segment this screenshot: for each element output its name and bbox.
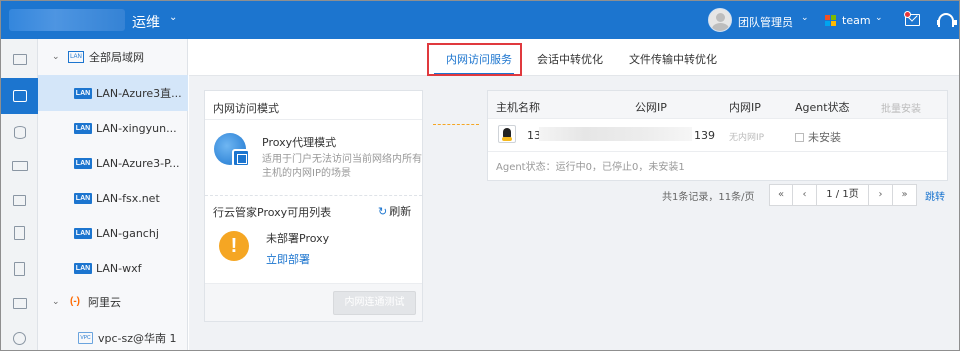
panel-footer: 内网连通测试: [205, 283, 422, 321]
no-proxy-text: 未部署Proxy: [266, 232, 330, 245]
team-switcher[interactable]: team: [842, 14, 871, 27]
chevron-down-icon[interactable]: ⌄: [169, 12, 177, 23]
tree-group-aliyun[interactable]: ⌄ (-) 阿里云: [38, 284, 188, 320]
connectivity-test-button[interactable]: 内网连通测试: [333, 291, 416, 315]
linux-icon: [498, 125, 516, 143]
agent-status-label: 未安装: [808, 131, 841, 144]
rail-network-icon[interactable]: [1, 78, 38, 114]
lan-icon: LAN: [74, 262, 92, 274]
tree-item-label: LAN-ganchj: [96, 226, 159, 240]
brand-title[interactable]: 运维: [132, 12, 160, 32]
tree-group-label: 阿里云: [88, 296, 121, 309]
rail-report-icon[interactable]: [1, 251, 38, 287]
tree-item-label: LAN-fsx.net: [96, 191, 160, 205]
private-ip: 无内网IP: [729, 133, 765, 143]
top-bar: 运维 ⌄ 团队管理员 ⌄ team ⌄: [1, 1, 959, 39]
pagination-summary: 共1条记录，11条/页: [662, 192, 755, 203]
refresh-label[interactable]: 刷新: [389, 205, 411, 218]
jump-link[interactable]: 跳转: [925, 188, 945, 203]
rail-pulse-icon[interactable]: [1, 285, 38, 321]
chevron-down-icon[interactable]: ⌄: [875, 13, 883, 23]
first-page-button[interactable]: «: [769, 184, 793, 206]
proxy-list-title: 行云管家Proxy可用列表: [213, 206, 332, 219]
vpc-icon: VPC: [78, 332, 93, 344]
lan-icon: LAN: [74, 122, 92, 134]
logo: [9, 9, 125, 31]
network-icon: [232, 149, 250, 167]
rail-database-icon[interactable]: [1, 114, 38, 150]
rail-monitor-icon[interactable]: [1, 41, 38, 77]
lan-icon: LAN: [68, 51, 84, 63]
tree-item-label: LAN-wxf: [96, 261, 142, 275]
tree-item-label: LAN-xingyun...: [96, 121, 177, 135]
network-tree: ⌄ LAN 全部局域网 LAN LAN-Azure3直... LAN LAN-x…: [38, 39, 188, 350]
lan-icon: LAN: [74, 227, 92, 239]
tab-file-transfer-relay[interactable]: 文件传输中转优化: [629, 51, 717, 67]
refresh-button[interactable]: ↻ 刷新: [378, 203, 411, 219]
main-content: 内网访问服务 会话中转优化 文件传输中转优化 内网访问模式 Proxy代理模式 …: [189, 39, 959, 350]
chevron-down-icon[interactable]: ⌄: [52, 297, 60, 307]
tab-session-relay[interactable]: 会话中转优化: [537, 51, 603, 67]
column-header: Agent状态: [795, 101, 850, 114]
divider: [488, 151, 947, 152]
rail-storage-icon[interactable]: [1, 148, 38, 184]
divider: [205, 119, 422, 120]
lan-icon: LAN: [74, 87, 92, 99]
tree-item-lan[interactable]: LAN LAN-Azure3-P...: [38, 145, 188, 181]
table-header: 主机名称 公网IP 内网IP Agent状态 批量安装: [488, 91, 947, 119]
proxy-mode-title: Proxy代理模式: [262, 136, 337, 149]
hosts-table-panel: 主机名称 公网IP 内网IP Agent状态 批量安装 13 139 无内网IP…: [487, 90, 948, 181]
tree-item-lan[interactable]: LAN LAN-wxf: [38, 250, 188, 286]
warning-icon: !: [219, 231, 249, 261]
agent-icon: [795, 133, 804, 142]
notification-badge: [904, 11, 911, 18]
lan-icon: LAN: [74, 157, 92, 169]
tree-root-label: 全部局域网: [89, 51, 144, 64]
tree-item-vpc[interactable]: VPC vpc-sz@华南 1: [38, 320, 188, 350]
highlight-box: [427, 43, 522, 76]
tree-root-all-lans[interactable]: ⌄ LAN 全部局域网: [38, 39, 188, 75]
connector-line: [433, 124, 479, 125]
app-window: 运维 ⌄ 团队管理员 ⌄ team ⌄ ⌄ LAN 全部局域网 LAN LAN-…: [0, 0, 960, 351]
rail-clipboard-icon[interactable]: [1, 215, 38, 251]
tree-item-label: LAN-Azure3-P...: [96, 156, 180, 170]
last-page-button[interactable]: »: [893, 184, 917, 206]
side-icon-rail: [1, 39, 38, 350]
support-headset-icon[interactable]: [937, 13, 957, 28]
team-logo-icon: [825, 15, 836, 26]
tree-item-lan[interactable]: LAN LAN-ganchj: [38, 215, 188, 251]
user-menu[interactable]: 团队管理员: [738, 14, 793, 30]
refresh-icon[interactable]: ↻: [378, 205, 387, 218]
divider: [205, 195, 422, 196]
rail-document-icon[interactable]: [1, 182, 38, 218]
lan-icon: LAN: [74, 192, 92, 204]
tree-item-lan[interactable]: LAN LAN-fsx.net: [38, 180, 188, 216]
prev-page-button[interactable]: ‹: [793, 184, 817, 206]
tree-item-lan[interactable]: LAN LAN-xingyun...: [38, 110, 188, 146]
proxy-mode-description: 适用于门户无法访问当前网络内所有主机的内网IP的场景: [262, 154, 422, 179]
tree-item-label: LAN-Azure3直...: [96, 87, 182, 100]
next-page-button[interactable]: ›: [869, 184, 893, 206]
rail-settings-icon[interactable]: [1, 320, 38, 350]
deploy-now-link[interactable]: 立即部署: [266, 251, 310, 267]
column-header: 主机名称: [496, 101, 540, 114]
column-header: 公网IP: [635, 101, 667, 114]
tree-item-label: vpc-sz@华南 1: [98, 332, 177, 345]
public-ip: 139: [694, 129, 715, 142]
tree-item-lan[interactable]: LAN LAN-Azure3直...: [38, 75, 188, 111]
intranet-mode-panel: 内网访问模式 Proxy代理模式 适用于门户无法访问当前网络内所有主机的内网IP…: [204, 90, 423, 322]
chevron-down-icon[interactable]: ⌄: [801, 13, 809, 23]
redacted-ip: [539, 127, 692, 141]
panel-title: 内网访问模式: [213, 102, 279, 115]
agent-summary: Agent状态：运行中0，已停止0，未安装1: [496, 162, 685, 173]
tab-bar: 内网访问服务 会话中转优化 文件传输中转优化: [189, 39, 959, 76]
column-header: 内网IP: [729, 101, 761, 114]
avatar[interactable]: [708, 8, 732, 32]
batch-install-button[interactable]: 批量安装: [881, 100, 921, 115]
chevron-down-icon[interactable]: ⌄: [52, 52, 60, 62]
agent-status: 未安装: [795, 129, 841, 145]
aliyun-logo-icon: (-): [70, 296, 80, 307]
page-display: 1 / 1页: [817, 184, 869, 206]
